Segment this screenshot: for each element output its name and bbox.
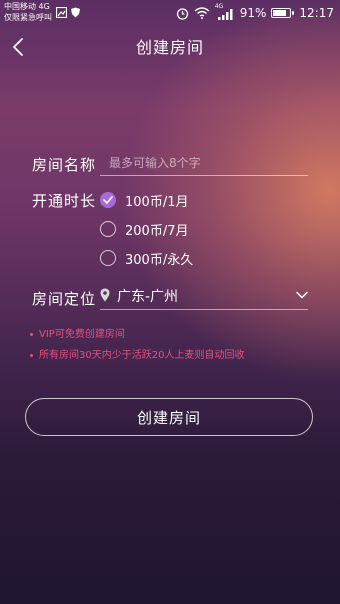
radio-unchecked-icon[interactable]: [100, 250, 116, 266]
clock: 12:17: [299, 6, 334, 20]
map-pin-icon: [100, 288, 110, 302]
radio-checked-icon[interactable]: [100, 192, 116, 208]
duration-option-3[interactable]: 300币/永久: [100, 248, 193, 268]
chevron-down-icon[interactable]: [296, 291, 308, 299]
emergency-only-text: 仅限紧急呼叫: [4, 13, 52, 22]
battery-fill: [273, 10, 287, 16]
room-name-input[interactable]: [100, 150, 308, 176]
carrier-info: 中国移动 4G 仅限紧急呼叫: [4, 1, 52, 23]
note-text: VIP可免费创建房间: [39, 329, 125, 340]
note-text: 所有房间30天内少于活跃20人上麦则自动回收: [39, 350, 245, 361]
shield-notification-icon: [71, 7, 80, 18]
location-select[interactable]: 广东-广州: [100, 285, 308, 310]
image-notification-icon: [56, 7, 67, 18]
battery-percent: 91%: [239, 6, 267, 20]
duration-label: 开通时长: [32, 192, 97, 210]
bullet-icon: [30, 353, 33, 357]
location-label: 房间定位: [32, 290, 97, 308]
duration-option-label: 200币/7月: [125, 223, 189, 239]
status-right: 4G 91% 12:17: [176, 3, 334, 21]
note-recycle: 所有房间30天内少于活跃20人上麦则自动回收: [30, 346, 244, 361]
page-title: 创建房间: [135, 38, 204, 57]
radio-unchecked-icon[interactable]: [100, 221, 116, 237]
wifi-icon: [194, 7, 210, 19]
note-vip: VIP可免费创建房间: [30, 325, 125, 340]
bullet-icon: [30, 332, 33, 336]
battery-icon: [271, 8, 295, 18]
location-value: 广东-广州: [117, 289, 179, 305]
duration-option-2[interactable]: 200币/7月: [100, 219, 188, 239]
signal-bars-icon: [217, 8, 233, 20]
alarm-icon: [176, 7, 188, 20]
duration-option-1[interactable]: 100币/1月: [100, 190, 188, 210]
duration-option-label: 300币/永久: [125, 252, 194, 268]
create-room-button[interactable]: 创建房间: [25, 398, 313, 436]
carrier-name: 中国移动 4G: [4, 2, 50, 11]
room-name-label: 房间名称: [32, 156, 97, 174]
duration-option-label: 100币/1月: [125, 194, 189, 210]
cellular-signal: 4G: [215, 3, 235, 20]
status-bar: 中国移动 4G 仅限紧急呼叫 4G 91% 12:17: [0, 0, 340, 26]
